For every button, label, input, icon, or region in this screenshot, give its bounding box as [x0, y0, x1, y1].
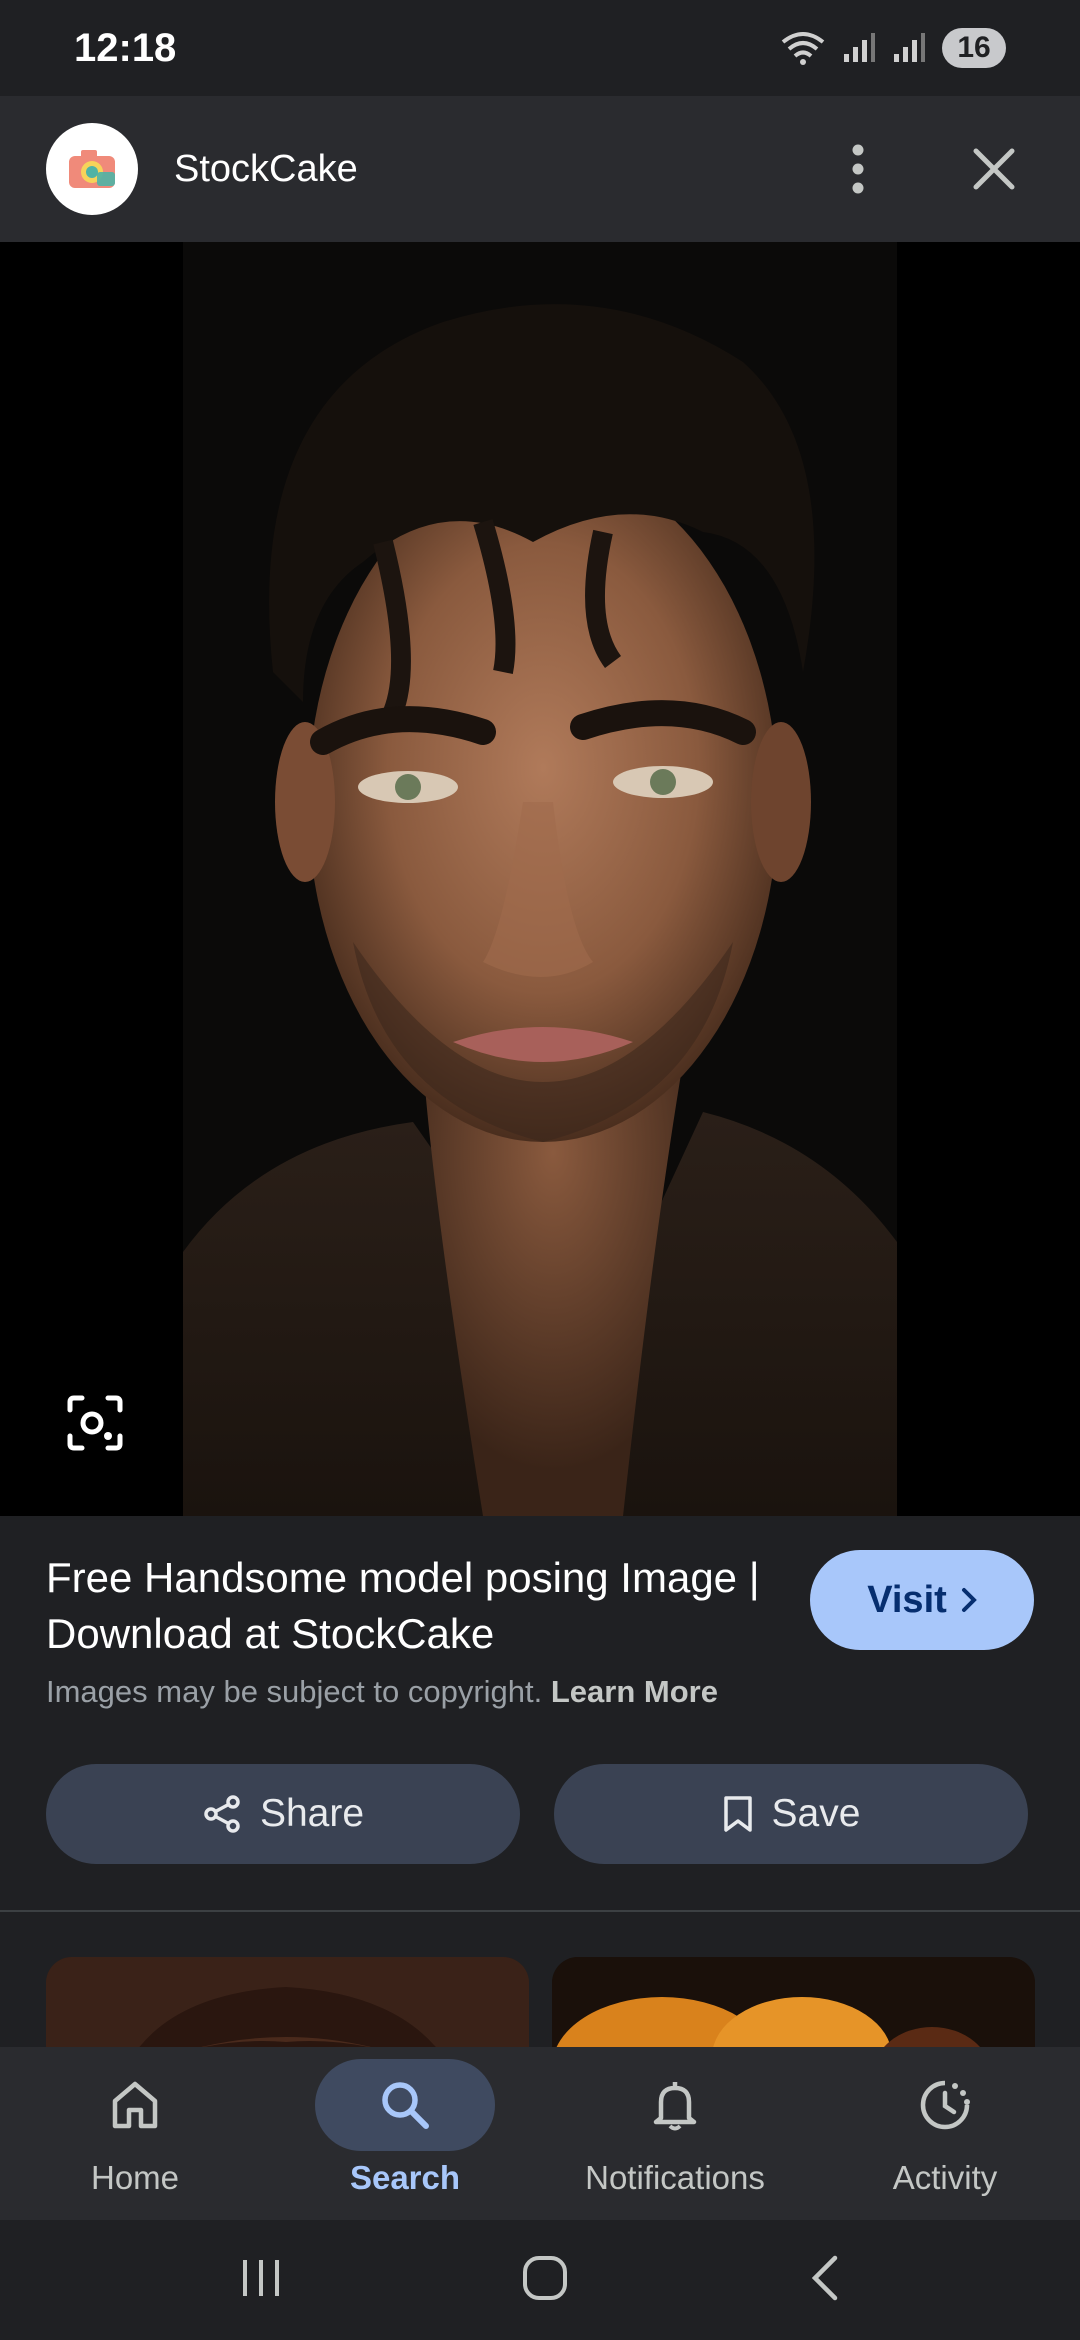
- nav-home-label: Home: [90, 2159, 180, 2196]
- save-label: Save: [771, 1792, 861, 1835]
- share-button[interactable]: Share: [46, 1764, 520, 1864]
- lens-icon: [67, 1395, 123, 1451]
- home-icon: [112, 2081, 158, 2129]
- bell-icon: [653, 2082, 697, 2131]
- home-system-button[interactable]: [521, 2254, 569, 2307]
- more-vert-icon: [852, 144, 864, 194]
- copyright-text: Images may be subject to copyright.: [46, 1674, 543, 1709]
- nav-search[interactable]: Search: [270, 2047, 540, 2220]
- signal-icon: [844, 33, 875, 62]
- chevron-right-icon: [961, 1588, 977, 1612]
- site-name: StockCake: [174, 147, 358, 190]
- visit-button[interactable]: Visit: [810, 1550, 1034, 1650]
- related-images: [0, 1912, 1080, 2047]
- related-thumbnail[interactable]: [46, 1957, 529, 2047]
- learn-more-link[interactable]: Learn More: [551, 1674, 718, 1709]
- status-icons: 16: [780, 28, 1006, 68]
- image-viewer[interactable]: [0, 242, 1080, 1516]
- site-logo[interactable]: [46, 123, 138, 215]
- related-thumbnail-image: [552, 1957, 1035, 2047]
- nav-activity-pill: [855, 2059, 1035, 2151]
- back-button[interactable]: [807, 2254, 841, 2307]
- recents-icon: [243, 2259, 279, 2296]
- search-icon: [382, 2082, 429, 2129]
- lens-search-button[interactable]: [64, 1392, 126, 1454]
- camera-logo-icon: [69, 150, 115, 188]
- nav-notifications-label: Notifications: [585, 2159, 765, 2196]
- nav-notifications[interactable]: Notifications: [540, 2047, 810, 2220]
- back-icon: [811, 2255, 838, 2300]
- activity-icon: [920, 2080, 970, 2130]
- more-options-button[interactable]: [818, 129, 898, 209]
- home-circle-icon: [523, 2255, 567, 2300]
- header: StockCake: [0, 96, 1080, 242]
- preview-image: [183, 242, 897, 1516]
- nav-home-pill: [45, 2059, 225, 2151]
- wifi-icon: [781, 32, 825, 65]
- nav-home[interactable]: Home: [0, 2047, 270, 2220]
- result-info: Free Handsome model posing Image | Downl…: [0, 1516, 1080, 1912]
- nav-activity-label: Activity: [892, 2159, 998, 2196]
- portrait-illustration: [183, 242, 897, 1516]
- status-time: 12:18: [74, 25, 177, 70]
- visit-label: Visit: [867, 1578, 947, 1621]
- share-label: Share: [259, 1792, 365, 1835]
- nav-activity[interactable]: Activity: [810, 2047, 1080, 2220]
- close-icon: [973, 148, 1015, 190]
- bookmark-icon: [723, 1796, 752, 1832]
- result-title[interactable]: Free Handsome model posing Image | Downl…: [46, 1550, 766, 1662]
- nav-notifications-pill: [585, 2059, 765, 2151]
- signal-icon-2: [894, 33, 925, 62]
- save-button[interactable]: Save: [554, 1764, 1028, 1864]
- nav-search-label: Search: [349, 2159, 461, 2196]
- system-navigation-bar: [0, 2220, 1080, 2340]
- related-thumbnail-image: [46, 1957, 529, 2047]
- bottom-navigation: Home Search Notifications Activity: [0, 2047, 1080, 2220]
- copyright-notice: Images may be subject to copyright. Lear…: [46, 1674, 718, 1710]
- screen: 12:18 16 StockCake Free Handsome model p…: [0, 0, 1080, 2340]
- share-icon: [204, 1795, 240, 1833]
- battery-indicator: 16: [942, 28, 1006, 68]
- nav-search-pill: [315, 2059, 495, 2151]
- status-bar: 12:18 16: [0, 0, 1080, 96]
- close-button[interactable]: [954, 129, 1034, 209]
- related-thumbnail[interactable]: [552, 1957, 1035, 2047]
- recents-button[interactable]: [239, 2256, 283, 2305]
